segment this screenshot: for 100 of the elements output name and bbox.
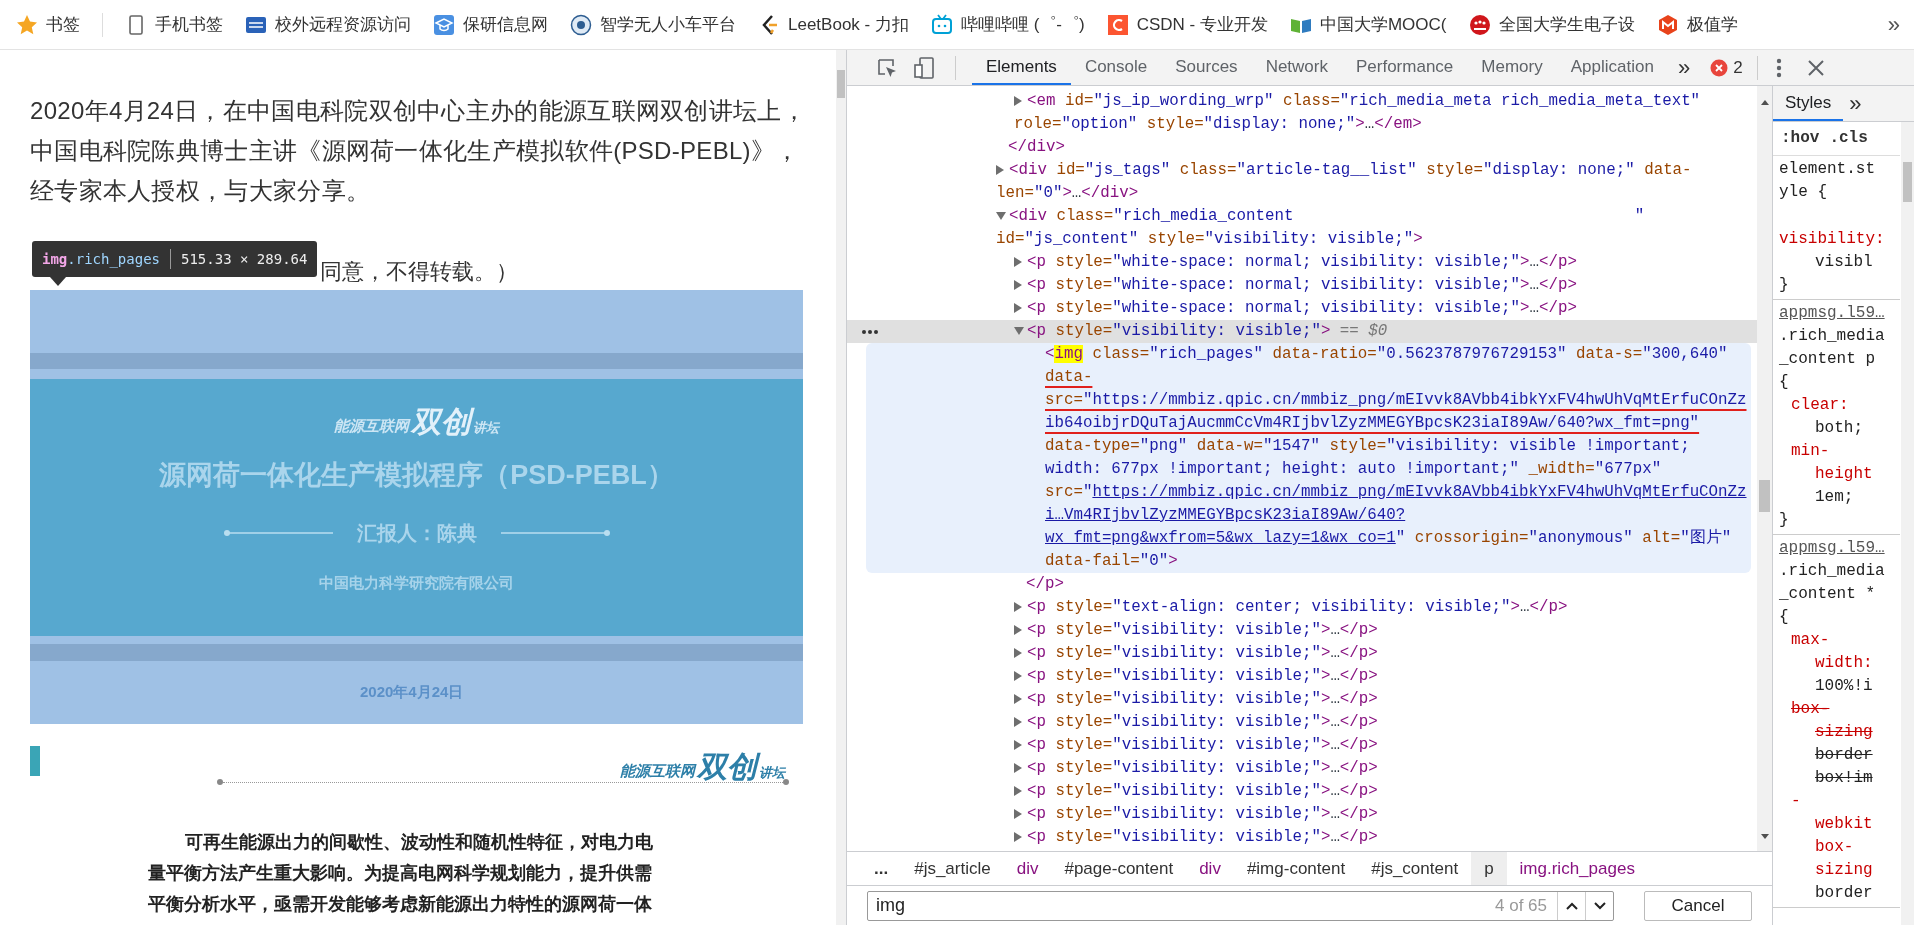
more-tabs-button[interactable]: » bbox=[1849, 87, 1862, 120]
expand-arrow-icon[interactable] bbox=[1014, 302, 1022, 313]
dom-node-row[interactable]: <div id="js_tags" class="article-tag__list" style="display: none;" data-len="0">…</div> bbox=[847, 159, 1757, 205]
style-line: .rich_media bbox=[1778, 326, 1886, 347]
dom-node-row[interactable]: <p style="visibility: visible;">…</p> bbox=[847, 619, 1757, 642]
breadcrumb-item[interactable]: img.rich_pages bbox=[1506, 852, 1648, 885]
style-line: width: bbox=[1814, 653, 1874, 674]
dom-node-row[interactable]: <em id="js_ip_wording_wrp" class="rich_media_meta rich_media_meta_text" role="option" style="display: none;">…</em> bbox=[847, 90, 1757, 136]
cancel-button[interactable]: Cancel bbox=[1644, 890, 1752, 921]
search-field[interactable]: img bbox=[868, 891, 1485, 920]
style-line: sizing bbox=[1814, 722, 1874, 743]
filter-toggle[interactable]: :hov bbox=[1781, 127, 1820, 150]
expand-arrow-icon[interactable] bbox=[1014, 693, 1022, 704]
expand-arrow-icon[interactable] bbox=[1014, 624, 1022, 635]
dom-node-row[interactable]: <p style="text-align: center; visibility: visible;">…</p> bbox=[847, 596, 1757, 619]
expand-arrow-icon[interactable] bbox=[1014, 785, 1022, 796]
dom-node-row[interactable]: </div> bbox=[847, 136, 1757, 159]
dom-node-row[interactable]: <p style="white-space: normal; visibility: visible;">…</p> bbox=[847, 297, 1757, 320]
bookmark[interactable]: 校外远程资源访问 bbox=[245, 11, 411, 38]
dom-node-row[interactable]: <p style="visibility: visible;">…</p> bbox=[847, 757, 1757, 780]
expand-arrow-icon[interactable] bbox=[1014, 831, 1022, 842]
bookmark[interactable]: LeetBook - 力扣 bbox=[758, 11, 909, 38]
dom-node-row[interactable]: <img class="rich_pages" data-ratio="0.5623787976729153" data-s="300,640" data-src="https://mmbiz.qpic.cn/mmbiz_png/mEIvvk8AVbb4ibkYxFV4hwUhVqMtErfuCOnZzib64oibjrDQuTajAucmmCcVm4RIjbvlZyzMMEGYBpcsK23iaI89Aw/640?wx_fmt=png" data-type="png" data-w="1547" style="visibility: visible !important; width: 677px !important; height: auto !important;" _width="677px" src="https://mmbiz.qpic.cn/mmbiz_png/mEIvvk8AVbb4ibkYxFV4hwUhVqMtErfuCOnZzi…Vm4RIjbvlZyzMMEGYBpcsK23iaI89Aw/640?wx_fmt=png&wxfrom=5&wx_lazy=1&wx_co=1" crossorigin="anonymous" alt="图片" data-fail="0"> bbox=[866, 343, 1751, 573]
breadcrumb-item[interactable]: #page-content bbox=[1051, 852, 1187, 885]
expand-arrow-icon[interactable] bbox=[996, 164, 1004, 175]
expand-arrow-icon[interactable] bbox=[1014, 95, 1022, 106]
filter-toggle[interactable]: .cls bbox=[1829, 127, 1868, 150]
bookmark[interactable]: 保研信息网 bbox=[433, 11, 548, 38]
breadcrumb-item[interactable]: #js_content bbox=[1358, 852, 1472, 885]
style-line: element.st bbox=[1778, 159, 1876, 180]
styles-tab[interactable]: Styles bbox=[1773, 86, 1844, 121]
breadcrumb-item[interactable]: #img-content bbox=[1233, 852, 1359, 885]
errors-button[interactable]: 2 bbox=[1710, 54, 1743, 81]
collapse-arrow-icon[interactable] bbox=[1014, 326, 1024, 335]
expand-arrow-icon[interactable] bbox=[1014, 762, 1022, 773]
dom-node-row[interactable]: <p style="white-space: normal; visibility: visible;">…</p> bbox=[847, 274, 1757, 297]
dom-node-row[interactable]: <p style="visibility: visible;">…</p> bbox=[847, 711, 1757, 734]
expand-arrow-icon[interactable] bbox=[1014, 716, 1022, 727]
bookmark[interactable]: 极值学 bbox=[1656, 11, 1738, 38]
expand-arrow-icon[interactable] bbox=[1014, 279, 1022, 290]
style-line: box- bbox=[1790, 699, 1831, 720]
panel-tab[interactable]: Application bbox=[1556, 50, 1668, 85]
dom-node-row[interactable]: <p style="white-space: normal; visibility: visible;">…</p> bbox=[847, 251, 1757, 274]
search-bar[interactable]: img 4 of 65 bbox=[867, 890, 1614, 921]
stylesheet-link[interactable]: appmsg.l59… bbox=[1773, 302, 1900, 325]
article-paragraph: 2020年4月24日，在中国电科院双创中心主办的能源互联网双创讲坛上，中国电科院陈典博士主讲《源网荷一体化生产模拟软件(PSD-PEBL)》，经专家本人授权，与大家分享。 bbox=[30, 96, 806, 206]
more-bookmarks-button[interactable]: » bbox=[1887, 8, 1900, 41]
breadcrumb-item[interactable]: p bbox=[1471, 852, 1507, 885]
style-line: max- bbox=[1790, 630, 1831, 651]
style-line: box- bbox=[1814, 837, 1855, 858]
slide-date: 2020年4月24日 bbox=[360, 682, 464, 703]
breadcrumb-item[interactable]: div bbox=[1003, 852, 1052, 885]
dom-node-row[interactable]: <p style="visibility: visible;">…</p> bbox=[847, 803, 1757, 826]
more-options-button[interactable] bbox=[1775, 57, 1782, 78]
dom-node-row[interactable]: <p style="visibility: visible;">…</p> bbox=[847, 826, 1757, 849]
dom-node-row[interactable]: <p style="visibility: visible;">…</p> bbox=[847, 780, 1757, 803]
panel-tab[interactable]: Performance bbox=[1342, 50, 1468, 85]
dom-node-row[interactable]: </p> bbox=[847, 573, 1757, 596]
brand-logo: 能源互联网双创讲坛 bbox=[620, 752, 785, 782]
page-scrollbar[interactable] bbox=[836, 50, 846, 925]
bookmark[interactable]: 全国大学生电子设 bbox=[1468, 11, 1635, 38]
size-label: 515.33 × 289.64 bbox=[181, 250, 308, 268]
style-line: 1em; bbox=[1814, 487, 1855, 508]
breadcrumb-item[interactable]: div bbox=[1186, 852, 1234, 885]
panel-tab[interactable]: Memory bbox=[1467, 50, 1557, 85]
dom-node-row[interactable]: <p style="visibility: visible;"> == $0 bbox=[847, 320, 1757, 343]
expand-arrow-icon[interactable] bbox=[1014, 256, 1022, 267]
close-button[interactable] bbox=[1807, 59, 1824, 76]
panel-tab[interactable]: Console bbox=[1070, 50, 1162, 85]
stylesheet-link[interactable]: appmsg.l59… bbox=[1773, 537, 1900, 560]
style-line: border bbox=[1814, 883, 1874, 904]
styles-scrollbar[interactable] bbox=[1901, 122, 1914, 925]
expand-arrow-icon[interactable] bbox=[1014, 647, 1022, 658]
panel-tab[interactable]: Sources bbox=[1161, 50, 1252, 85]
dom-node-row[interactable]: <p style="visibility: visible;">…</p> bbox=[847, 688, 1757, 711]
panel-tab[interactable]: Elements bbox=[972, 50, 1071, 85]
bookmark[interactable]: 手机书签 bbox=[125, 11, 223, 38]
collapse-arrow-icon[interactable] bbox=[996, 211, 1006, 220]
expand-arrow-icon[interactable] bbox=[1014, 739, 1022, 750]
bookmark[interactable]: 中国大学MOOC( bbox=[1289, 11, 1447, 38]
round-emblem-icon bbox=[570, 13, 592, 36]
panel-tab[interactable]: Network bbox=[1251, 50, 1342, 85]
dom-node-row[interactable]: <p style="visibility: visible;">…</p> bbox=[847, 734, 1757, 757]
breadcrumb-item[interactable]: ... bbox=[861, 852, 902, 885]
device-toggle-button[interactable] bbox=[913, 55, 937, 80]
dom-node-row[interactable]: <div class="rich_media_content " id="js_content" style="visibility: visible;"> bbox=[847, 205, 1757, 251]
bookmark[interactable]: 智学无人小车平台 bbox=[570, 11, 736, 38]
bookmark[interactable]: 哔哩哔哩 (゜-゜) bbox=[930, 11, 1085, 38]
bookmark[interactable]: 书签 bbox=[16, 11, 80, 38]
expand-arrow-icon[interactable] bbox=[1014, 670, 1022, 681]
style-line: { bbox=[1778, 607, 1790, 628]
expand-arrow-icon[interactable] bbox=[1014, 601, 1022, 612]
bookmark[interactable]: CSDN - 专业开发 bbox=[1106, 11, 1268, 38]
dom-node-row[interactable]: <p style="visibility: visible;">…</p> bbox=[847, 665, 1757, 688]
dom-node-row[interactable]: <p style="visibility: visible;">…</p> bbox=[847, 642, 1757, 665]
breadcrumb-item[interactable]: #js_article bbox=[901, 852, 1004, 885]
device-icon bbox=[914, 56, 936, 79]
expand-arrow-icon[interactable] bbox=[1014, 808, 1022, 819]
tree-scrollbar[interactable] bbox=[1757, 86, 1772, 851]
more-tabs-button[interactable]: » bbox=[1677, 51, 1691, 84]
